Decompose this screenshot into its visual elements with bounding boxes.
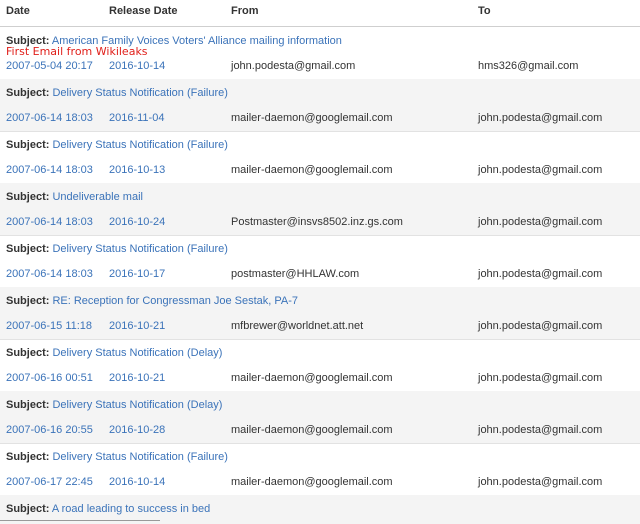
subject-link[interactable]: Delivery Status Notification (Failure) [52,87,227,99]
subject-label: Subject: [6,139,50,151]
email-to: john.podesta@gmail.com [478,372,603,384]
email-row[interactable]: Subject: Delivery Status Notification (D… [0,339,640,392]
email-release-date[interactable]: 2016-10-24 [109,216,165,228]
subject-label: Subject: [6,87,50,99]
subject-label: Subject: [6,295,50,307]
email-row[interactable]: Subject: Delivery Status Notification (D… [0,391,640,444]
email-row[interactable]: Subject: Delivery Status Notification (F… [0,443,640,496]
email-row[interactable]: Subject: Delivery Status Notification (F… [0,79,640,132]
subject-link[interactable]: Delivery Status Notification (Failure) [52,451,227,463]
column-header-release-date[interactable]: Release Date [109,5,178,17]
subject-link[interactable]: Delivery Status Notification (Delay) [52,399,222,411]
subject-label: Subject: [6,191,50,203]
email-to: john.podesta@gmail.com [478,424,603,436]
email-release-date[interactable]: 2016-11-04 [109,112,164,124]
subject-link[interactable]: A road leading to success in bed [52,503,210,515]
subject-link[interactable]: RE: Reception for Congressman Joe Sestak… [52,295,298,307]
email-to: john.podesta@gmail.com [478,216,603,228]
email-release-date[interactable]: 2016-10-13 [109,164,165,176]
email-date[interactable]: 2007-06-16 00:51 [6,372,93,384]
subject-link[interactable]: Undeliverable mail [52,191,143,203]
email-from: mailer-daemon@googlemail.com [231,112,393,124]
email-to: john.podesta@gmail.com [478,268,603,280]
email-to: john.podesta@gmail.com [478,476,603,488]
table-header: Date Release Date From To [0,0,640,27]
email-date[interactable]: 2007-06-14 18:03 [6,112,93,124]
email-from: mfbrewer@worldnet.att.net [231,320,364,332]
email-date[interactable]: 2007-06-16 20:55 [6,424,93,436]
email-from: postmaster@HHLAW.com [231,268,360,280]
email-date[interactable]: 2007-06-15 11:18 [6,320,92,332]
subject-link[interactable]: Delivery Status Notification (Failure) [52,243,227,255]
column-header-to[interactable]: To [478,5,491,17]
email-release-date[interactable]: 2016-10-21 [109,320,165,332]
column-header-from[interactable]: From [231,5,259,17]
email-release-date[interactable]: 2016-10-28 [109,424,165,436]
email-release-date[interactable]: 2016-10-17 [109,268,165,280]
subject-label: Subject: [6,503,50,515]
email-date[interactable]: 2007-06-14 18:03 [6,268,93,280]
subject-link[interactable]: Delivery Status Notification (Delay) [52,347,222,359]
subject-link[interactable]: Delivery Status Notification (Failure) [52,139,227,151]
email-date[interactable]: 2007-06-17 22:45 [6,476,93,488]
email-date[interactable]: 2007-06-14 18:03 [6,164,93,176]
email-row[interactable]: Subject: Undeliverable mail 2007-06-14 1… [0,183,640,236]
email-from: Postmaster@insvs8502.inz.gs.com [231,216,403,228]
email-row[interactable]: Subject: Delivery Status Notification (F… [0,131,640,184]
divider [0,520,160,521]
email-release-date[interactable]: 2016-10-21 [109,372,165,384]
subject-label: Subject: [6,451,50,463]
email-release-date[interactable]: 2016-10-14 [109,60,165,72]
email-from: mailer-daemon@googlemail.com [231,164,393,176]
annotation-first-email: First Email from Wikileaks [6,45,148,58]
column-header-date[interactable]: Date [6,5,30,17]
subject-label: Subject: [6,347,50,359]
email-to: john.podesta@gmail.com [478,112,603,124]
email-from: john.podesta@gmail.com [231,60,356,72]
email-to: john.podesta@gmail.com [478,320,603,332]
email-row[interactable]: Subject: RE: Reception for Congressman J… [0,287,640,340]
email-to: hms326@gmail.com [478,60,579,72]
email-from: mailer-daemon@googlemail.com [231,424,393,436]
email-date[interactable]: 2007-06-14 18:03 [6,216,93,228]
email-from: mailer-daemon@googlemail.com [231,372,393,384]
email-release-date[interactable]: 2016-10-14 [109,476,165,488]
email-row[interactable]: Subject: Delivery Status Notification (F… [0,235,640,288]
email-to: john.podesta@gmail.com [478,164,603,176]
subject-label: Subject: [6,243,50,255]
email-from: mailer-daemon@googlemail.com [231,476,393,488]
email-date[interactable]: 2007-05-04 20:17 [6,60,93,72]
subject-label: Subject: [6,399,50,411]
